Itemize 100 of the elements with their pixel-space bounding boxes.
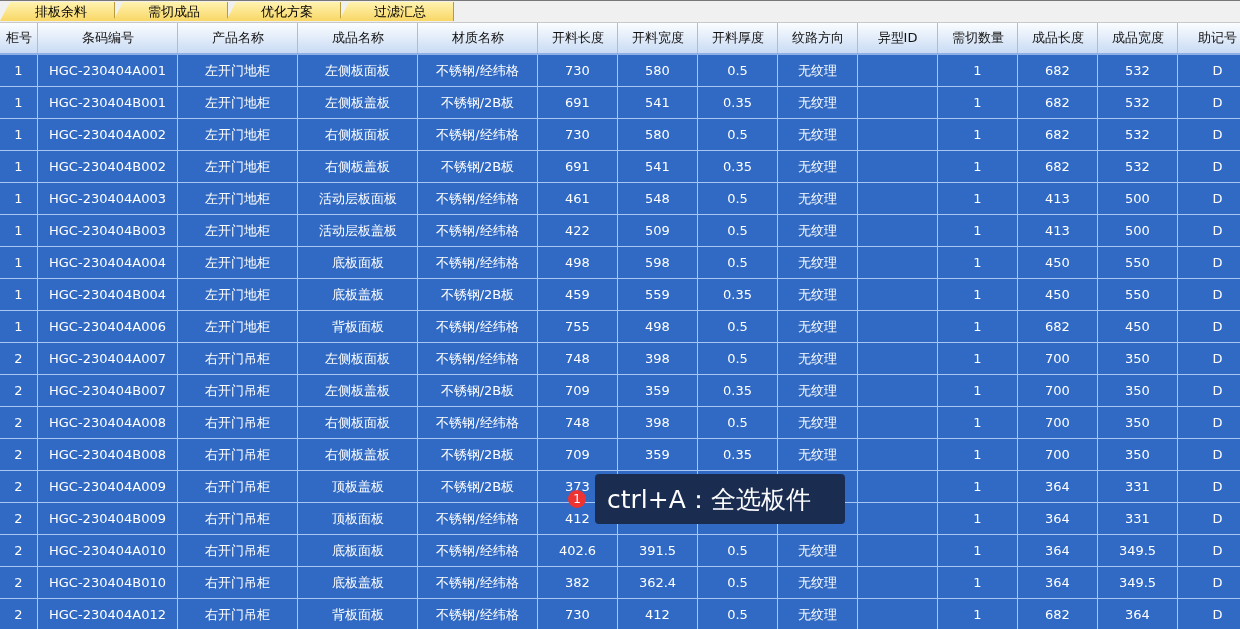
table-cell: 2 <box>14 543 23 558</box>
table-cell: 2 <box>14 575 23 590</box>
table-cell: 359 <box>645 383 670 398</box>
table-cell: 右开门吊柜 <box>205 381 270 400</box>
table-cell: HGC-230404A007 <box>49 351 166 366</box>
table-cell: 不锈钢/经纬格 <box>436 605 519 624</box>
table-cell: HGC-230404A001 <box>49 63 166 78</box>
table-cell: 0.35 <box>723 95 752 110</box>
table-cell: 1 <box>14 287 23 302</box>
table-cell: HGC-230404B007 <box>49 383 166 398</box>
table-cell: 不锈钢/2B板 <box>440 93 515 112</box>
table-cell: 500 <box>1125 223 1150 238</box>
table-cell: 350 <box>1125 351 1150 366</box>
table-cell: 右侧板盖板 <box>325 445 390 464</box>
table-cell: 不锈钢/2B板 <box>440 445 515 464</box>
table-cell: 不锈钢/经纬格 <box>436 125 519 144</box>
table-cell: 0.35 <box>723 159 752 174</box>
table-cell: 1 <box>973 607 982 622</box>
table-cell: 700 <box>1045 383 1070 398</box>
table-cell: 2 <box>14 607 23 622</box>
table-cell: 748 <box>565 351 590 366</box>
table-cell: 右开门吊柜 <box>205 509 270 528</box>
table-cell: 无纹理 <box>798 93 837 112</box>
table-cell: 0.35 <box>723 287 752 302</box>
table-cell: 0.35 <box>723 383 752 398</box>
table-cell: 398 <box>645 415 670 430</box>
table-cell: 598 <box>645 255 670 270</box>
table-cell: 382 <box>565 575 590 590</box>
table-cell: 底板盖板 <box>331 285 384 304</box>
table-cell: 底板盖板 <box>331 573 384 592</box>
table-cell: 364 <box>1045 575 1070 590</box>
table-cell: 左侧板盖板 <box>325 381 390 400</box>
table-cell: 730 <box>565 127 590 142</box>
table-cell: 无纹理 <box>798 285 837 304</box>
table-cell: 无纹理 <box>798 381 837 400</box>
table-cell: 1 <box>14 319 23 334</box>
table-cell: 左开门地柜 <box>205 285 270 304</box>
table-cell: 1 <box>973 63 982 78</box>
table-cell: 左开门地柜 <box>205 253 270 272</box>
table-cell: 无纹理 <box>798 253 837 272</box>
table-cell: 559 <box>645 287 670 302</box>
table-cell: 无纹理 <box>798 61 837 80</box>
table-cell: 459 <box>565 287 590 302</box>
table-cell: 1 <box>973 127 982 142</box>
table-cell: HGC-230404B004 <box>49 287 166 302</box>
table-cell: 509 <box>645 223 670 238</box>
table-cell: 右开门吊柜 <box>205 413 270 432</box>
table-cell: 右侧板面板 <box>325 125 390 144</box>
table-cell: 349.5 <box>1118 543 1157 558</box>
table-cell: 0.5 <box>727 63 748 78</box>
table-cell: 左开门地柜 <box>205 61 270 80</box>
table-cell: 右开门吊柜 <box>205 605 270 624</box>
table-cell: 2 <box>14 383 23 398</box>
table-cell: 422 <box>565 223 590 238</box>
table-cell: HGC-230404B009 <box>49 511 166 526</box>
table-cell: 不锈钢/经纬格 <box>436 573 519 592</box>
table-cell: 0.35 <box>723 447 752 462</box>
table-cell: D <box>1212 159 1223 174</box>
table-cell: 541 <box>645 159 670 174</box>
table-cell: 2 <box>14 415 23 430</box>
table-cell: 0.5 <box>727 351 748 366</box>
table-cell: 左侧板面板 <box>325 349 390 368</box>
table-cell: 412 <box>645 607 670 622</box>
table-cell: 364 <box>1045 543 1070 558</box>
table-cell: 1 <box>973 287 982 302</box>
table-cell: 右开门吊柜 <box>205 477 270 496</box>
table-cell: 331 <box>1125 511 1150 526</box>
table-cell: 402.6 <box>558 543 597 558</box>
table-cell: 532 <box>1125 63 1150 78</box>
table-cell: 无纹理 <box>798 605 837 624</box>
table-cell: 1 <box>973 447 982 462</box>
table-cell: 1 <box>14 127 23 142</box>
table-cell: HGC-230404A003 <box>49 191 166 206</box>
table-cell: 730 <box>565 607 590 622</box>
table-cell: 450 <box>1045 287 1070 302</box>
table-cell: 无纹理 <box>798 541 837 560</box>
table-cell: 右开门吊柜 <box>205 349 270 368</box>
table-cell: 364 <box>1125 607 1150 622</box>
table-cell: 左开门地柜 <box>205 125 270 144</box>
table-cell: 1 <box>973 191 982 206</box>
table-cell: 不锈钢/2B板 <box>440 381 515 400</box>
table-cell: 1 <box>973 479 982 494</box>
table-cell: 498 <box>565 255 590 270</box>
table-cell: 0.5 <box>727 319 748 334</box>
table-cell: HGC-230404A006 <box>49 319 166 334</box>
table-cell: 无纹理 <box>798 317 837 336</box>
table-cell: D <box>1212 543 1223 558</box>
table-cell: 右开门吊柜 <box>205 445 270 464</box>
table-cell: 不锈钢/经纬格 <box>436 61 519 80</box>
table-cell: D <box>1212 223 1223 238</box>
table-cell: 461 <box>565 191 590 206</box>
table-cell: 无纹理 <box>798 125 837 144</box>
table-cell: 682 <box>1045 607 1070 622</box>
table-cell: 不锈钢/经纬格 <box>436 413 519 432</box>
table-cell: 2 <box>14 447 23 462</box>
table-cell: 550 <box>1125 287 1150 302</box>
table-cell: 364 <box>1045 479 1070 494</box>
table-cell: D <box>1212 575 1223 590</box>
table-cell: 0.5 <box>727 127 748 142</box>
table-cell: D <box>1212 255 1223 270</box>
